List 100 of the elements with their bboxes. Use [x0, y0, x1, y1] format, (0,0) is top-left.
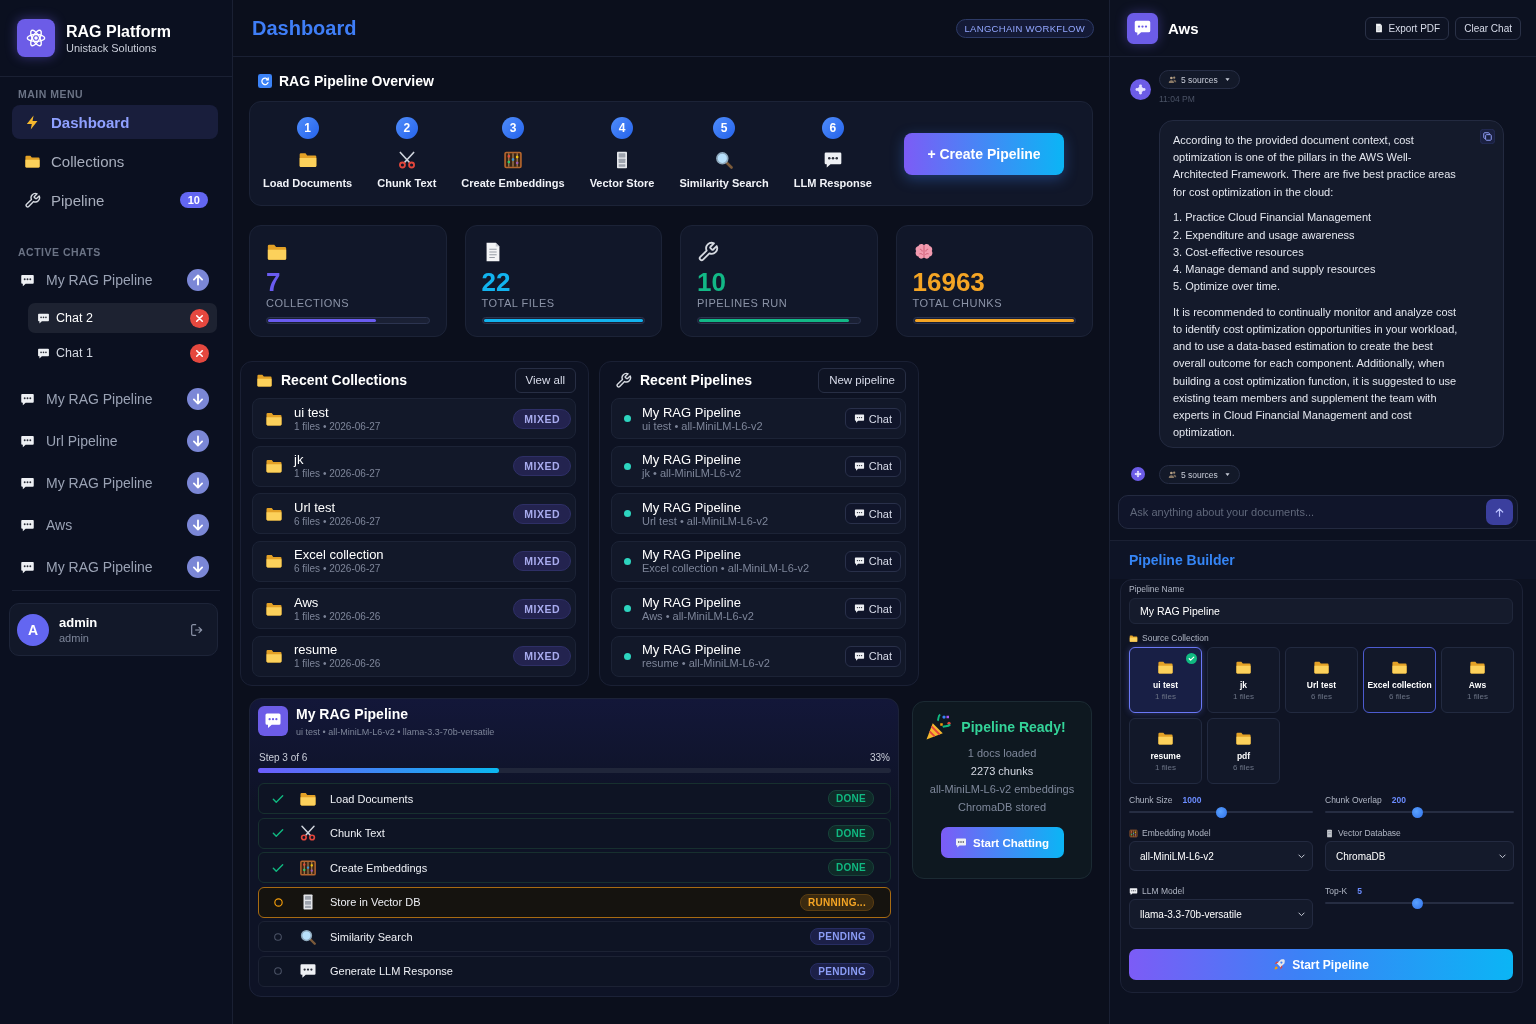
close-icon[interactable] — [190, 308, 209, 328]
field-label: Pipeline Name — [1129, 584, 1186, 595]
text-input[interactable]: My RAG Pipeline — [1129, 598, 1513, 625]
field-label: Chunk Overlap — [1325, 795, 1382, 806]
collection-item[interactable]: Url test 6 files • 2026-06-27 MIXED — [252, 493, 576, 534]
chat-item[interactable]: Chat 2 — [28, 303, 217, 333]
field-label: LLM Model — [1142, 886, 1185, 897]
pipeline-item[interactable]: My RAG Pipeline ui test • all-MiniLM-L6-v2 Chat — [611, 398, 906, 439]
collection-item[interactable]: jk 1 files • 2026-06-27 MIXED — [252, 445, 576, 487]
type-tag: MIXED — [513, 456, 571, 476]
speech-bubble-icon — [37, 346, 50, 360]
status-badge: DONE — [827, 859, 874, 877]
send-button[interactable] — [1486, 499, 1513, 526]
chat-button[interactable]: Chat — [844, 550, 901, 572]
up-arrow-icon — [1494, 506, 1505, 518]
clear-chat-button[interactable]: Clear Chat — [1455, 16, 1521, 40]
slider-thumb[interactable] — [1215, 806, 1227, 818]
chat-item[interactable]: Chat 1 — [28, 338, 217, 368]
new-pipeline-button[interactable]: New pipeline — [818, 367, 906, 393]
chat-group-item[interactable]: My RAG Pipeline — [12, 552, 220, 582]
collection-name: Aws — [294, 594, 320, 610]
message-text: It is recommended to continually monitor and analyze cost to identify cost optimization opportunities in your workload, and to use a data-based estimation to create the best overall outcome for each component. Additionally, when building a cost optimization function, it is suggested to use existing team members and supplement the team with experts in Cloud Financial Management and cost optimization. — [1173, 304, 1459, 441]
pipeline-item[interactable]: My RAG Pipeline Excel collection • all-MiniLM-L6-v2 Chat — [611, 540, 906, 582]
logout-icon[interactable] — [189, 621, 205, 638]
chat-button[interactable]: Chat — [844, 408, 901, 429]
pipeline-meta: Excel collection • all-MiniLM-L6-v2 — [642, 562, 810, 575]
type-tag: MIXED — [513, 646, 571, 666]
nav-item[interactable]: Pipeline 10 — [12, 183, 218, 217]
export-pdf-button[interactable]: Export PDF — [1364, 16, 1450, 40]
chat-group-item[interactable]: My RAG Pipeline — [12, 384, 220, 414]
copy-icon[interactable] — [1480, 129, 1495, 144]
tile-name: resume — [1150, 750, 1181, 761]
step-counter: Step 3 of 6 — [259, 752, 308, 764]
slider-value: 1000 — [1182, 795, 1202, 806]
chat-group-item[interactable]: My RAG Pipeline — [12, 265, 220, 295]
tile-meta: 1 files — [1233, 691, 1254, 702]
select-field[interactable]: llama-3.3-70b-versatile — [1129, 899, 1313, 930]
chat-button[interactable]: Chat — [844, 598, 901, 619]
section-heading: MAIN MENU — [17, 88, 85, 100]
start-pipeline-button[interactable]: Start Pipeline — [1129, 949, 1513, 981]
select-field[interactable]: ChromaDB — [1325, 841, 1514, 872]
collection-tile[interactable]: Excel collection 6 files — [1363, 647, 1436, 714]
collection-item[interactable]: Aws 1 files • 2026-06-26 MIXED — [252, 588, 576, 629]
sources-dropdown[interactable]: 5 sources — [1159, 465, 1240, 485]
step-label: Chunk Text — [330, 827, 385, 840]
nav-item[interactable]: Collections — [12, 144, 218, 178]
pipeline-name: My RAG Pipeline — [642, 499, 742, 515]
sources-dropdown[interactable]: 5 sources — [1159, 70, 1240, 89]
atom-logo-icon — [17, 19, 55, 57]
stat-value: 7 — [266, 267, 282, 297]
people-icon — [1168, 470, 1177, 480]
folder-icon — [265, 457, 283, 475]
pipeline-item[interactable]: My RAG Pipeline Aws • all-MiniLM-L6-v2 Chat — [611, 588, 906, 629]
collection-tile[interactable]: ui test 1 files — [1129, 647, 1202, 714]
collection-tile[interactable]: jk 1 files — [1207, 647, 1280, 714]
step-number: 1 — [296, 117, 319, 139]
nav-item[interactable]: Dashboard — [12, 105, 218, 139]
chat-button[interactable]: Chat — [844, 645, 901, 667]
step-number: 2 — [395, 117, 418, 139]
step-label: Similarity Search — [679, 177, 769, 190]
step-label: Store in Vector DB — [330, 896, 421, 909]
tile-name: jk — [1239, 679, 1248, 690]
circle-icon — [273, 931, 283, 942]
collection-item[interactable]: resume 1 files • 2026-06-26 MIXED — [252, 635, 576, 677]
pipeline-item[interactable]: My RAG Pipeline jk • all-MiniLM-L6-v2 Chat — [611, 445, 906, 487]
speech-bubble-icon — [37, 311, 50, 325]
section-heading: ACTIVE CHATS — [17, 246, 102, 258]
collection-item[interactable]: ui test 1 files • 2026-06-27 MIXED — [252, 398, 576, 439]
chat-button[interactable]: Chat — [844, 503, 901, 524]
create-pipeline-button[interactable]: + Create Pipeline — [904, 132, 1064, 175]
status-badge: PENDING — [810, 962, 874, 980]
chat-input[interactable]: Ask anything about your documents... — [1118, 495, 1518, 530]
collection-tile[interactable]: pdf 6 files — [1207, 718, 1280, 785]
collection-tile[interactable]: resume 1 files — [1129, 718, 1202, 785]
step-label: Create Embeddings — [330, 861, 428, 874]
folder-icon — [1129, 633, 1138, 643]
collection-item[interactable]: Excel collection 6 files • 2026-06-27 MIXED — [252, 540, 576, 582]
collection-name: resume — [294, 642, 339, 657]
pipeline-item[interactable]: My RAG Pipeline Url test • all-MiniLM-L6-v2 Chat — [611, 493, 906, 534]
circle-icon — [273, 966, 283, 977]
close-icon[interactable] — [190, 343, 209, 363]
collection-tile[interactable]: Url test 6 files — [1285, 647, 1358, 714]
pipeline-name: My RAG Pipeline — [642, 452, 742, 467]
collection-tile[interactable]: Aws 1 files — [1441, 647, 1514, 714]
step-label: Load Documents — [330, 792, 414, 805]
start-chatting-button[interactable]: Start Chatting — [940, 827, 1064, 858]
speech-bubble-icon — [822, 150, 843, 170]
view-all-button[interactable]: View all — [514, 367, 576, 393]
chat-button[interactable]: Chat — [844, 455, 901, 477]
speech-bubble-icon — [299, 962, 317, 981]
user-role: admin — [59, 630, 90, 645]
wrench-icon — [697, 241, 719, 263]
slider-thumb[interactable] — [1412, 806, 1424, 818]
slider-thumb[interactable] — [1412, 897, 1424, 909]
pipeline-item[interactable]: My RAG Pipeline resume • all-MiniLM-L6-v2 Chat — [611, 635, 906, 677]
pipeline-name: My RAG Pipeline — [642, 547, 742, 562]
chat-group-item[interactable]: Aws — [12, 510, 220, 540]
chat-group-item[interactable]: Url Pipeline — [12, 426, 220, 456]
chat-group-item[interactable]: My RAG Pipeline — [12, 468, 220, 498]
select-field[interactable]: all-MiniLM-L6-v2 — [1129, 841, 1313, 872]
